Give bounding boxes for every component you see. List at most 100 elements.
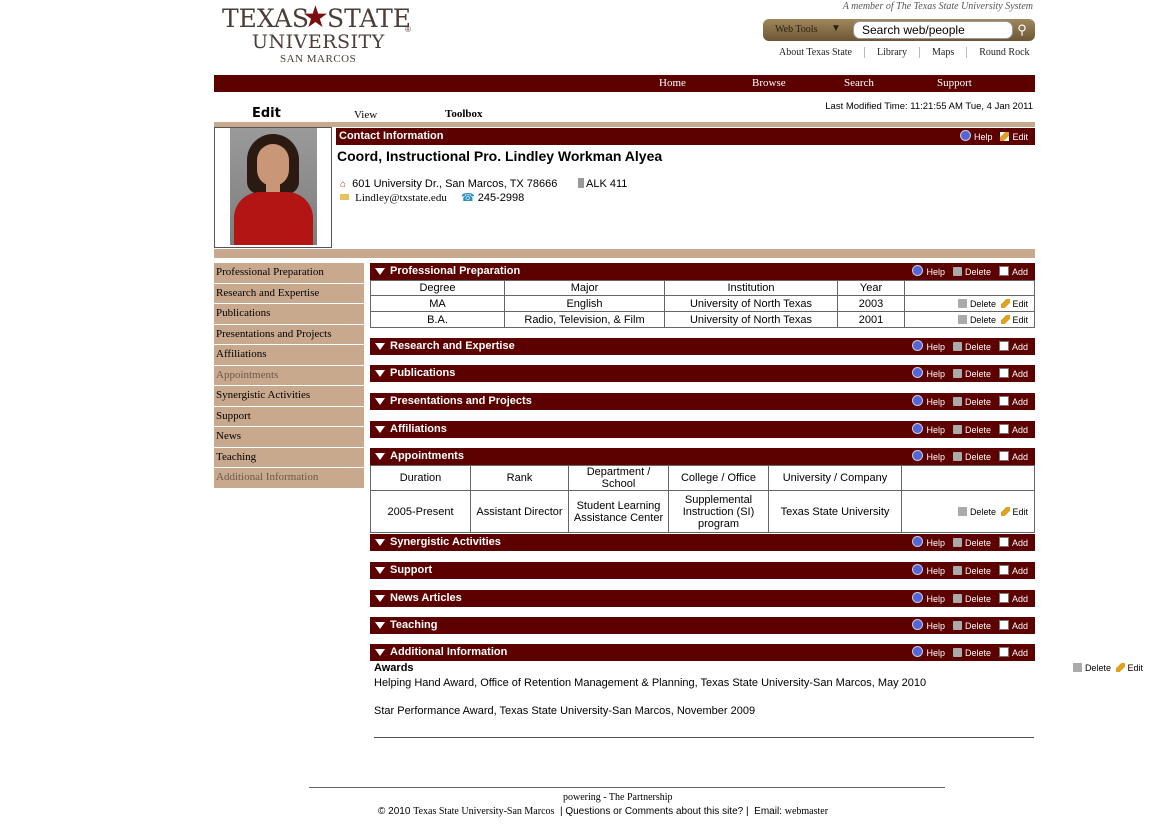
tab-view[interactable]: View [354,109,377,121]
edit-link[interactable]: Edit [1127,663,1143,673]
sidebar-item-professional-preparation[interactable]: Professional Preparation [214,263,364,284]
tab-edit[interactable]: Edit [252,106,281,121]
add-icon[interactable] [998,647,1009,657]
search-icon[interactable]: ⚲ [1013,22,1031,38]
delete-link[interactable]: Delete [970,299,996,309]
help-link[interactable]: Help [926,538,945,548]
help-icon[interactable] [959,130,971,141]
trash-icon[interactable] [958,506,968,516]
trash-icon[interactable] [1073,663,1083,672]
help-icon[interactable] [912,367,924,378]
collapse-icon[interactable] [375,453,385,460]
help-link[interactable]: Help [926,425,945,435]
add-icon[interactable] [998,341,1009,351]
delete-link[interactable]: Delete [970,315,996,325]
trash-icon[interactable] [952,538,962,547]
delete-link[interactable]: Delete [965,621,991,631]
help-icon[interactable] [912,395,924,406]
trash-icon[interactable] [958,298,968,308]
collapse-icon[interactable] [375,343,385,350]
trash-icon[interactable] [958,314,968,324]
add-link[interactable]: Add [1012,566,1028,576]
collapse-icon[interactable] [375,370,385,377]
add-icon[interactable] [998,565,1009,575]
add-icon[interactable] [998,620,1009,630]
delete-link[interactable]: Delete [965,566,991,576]
delete-link[interactable]: Delete [965,267,991,277]
delete-link[interactable]: Delete [965,648,991,658]
delete-link[interactable]: Delete [1085,663,1111,673]
add-icon[interactable] [998,396,1009,406]
add-icon[interactable] [998,424,1009,434]
collapse-icon[interactable] [375,268,385,275]
delete-link[interactable]: Delete [965,397,991,407]
nav-support[interactable]: Support [937,77,972,89]
link-library[interactable]: Library [864,47,919,58]
sidebar-item-affiliations[interactable]: Affiliations [214,345,364,366]
add-link[interactable]: Add [1012,648,1028,658]
trash-icon[interactable] [952,594,962,603]
add-link[interactable]: Add [1012,594,1028,604]
add-link[interactable]: Add [1012,621,1028,631]
trash-icon[interactable] [952,397,962,406]
trash-icon[interactable] [952,566,962,575]
sidebar-item-additional[interactable]: Additional Information [214,468,364,489]
help-icon[interactable] [912,265,924,276]
edit-icon[interactable] [1000,314,1010,324]
add-icon[interactable] [998,537,1009,547]
edit-icon[interactable] [1000,132,1010,141]
edit-link[interactable]: Edit [1012,299,1028,309]
edit-link[interactable]: Edit [1012,507,1028,517]
help-icon[interactable] [912,592,924,603]
help-link[interactable]: Help [926,566,945,576]
nav-browse[interactable]: Browse [752,77,786,89]
help-icon[interactable] [912,423,924,434]
collapse-icon[interactable] [375,649,385,656]
help-link[interactable]: Help [926,648,945,658]
university-logo[interactable]: TEXAS ★ STATE ® UNIVERSITY SAN MARCOS [222,1,422,66]
edit-link[interactable]: Edit [1012,315,1028,325]
add-link[interactable]: Add [1012,342,1028,352]
tab-toolbox[interactable]: Toolbox [445,108,483,120]
trash-icon[interactable] [952,267,962,276]
delete-link[interactable]: Delete [965,369,991,379]
sidebar-item-publications[interactable]: Publications [214,304,364,325]
sidebar-item-teaching[interactable]: Teaching [214,447,364,468]
help-icon[interactable] [912,450,924,461]
edit-icon[interactable] [1115,663,1125,672]
sidebar-item-appointments[interactable]: Appointments [214,365,364,386]
help-link[interactable]: Help [926,369,945,379]
help-icon[interactable] [912,340,924,351]
collapse-icon[interactable] [375,595,385,602]
collapse-icon[interactable] [375,539,385,546]
delete-link[interactable]: Delete [965,594,991,604]
help-icon[interactable] [912,564,924,575]
help-icon[interactable] [912,646,924,657]
help-link[interactable]: Help [926,621,945,631]
link-round-rock[interactable]: Round Rock [966,47,1030,58]
edit-link[interactable]: Edit [1012,132,1028,142]
edit-icon[interactable] [1000,298,1010,308]
help-link[interactable]: Help [926,342,945,352]
help-link[interactable]: Help [926,397,945,407]
sidebar-item-support[interactable]: Support [214,406,364,427]
add-icon[interactable] [998,266,1009,276]
add-link[interactable]: Add [1012,425,1028,435]
help-link[interactable]: Help [926,594,945,604]
add-icon[interactable] [998,451,1009,461]
add-link[interactable]: Add [1012,369,1028,379]
edit-icon[interactable] [1000,506,1010,516]
help-icon[interactable] [912,619,924,630]
delete-link[interactable]: Delete [965,452,991,462]
footer-university-link[interactable]: Texas State University-San Marcos [413,806,554,817]
trash-icon[interactable] [952,342,962,351]
search-input[interactable] [853,21,1013,39]
nav-search[interactable]: Search [844,77,874,89]
help-link[interactable]: Help [926,452,945,462]
link-maps[interactable]: Maps [919,47,966,58]
sidebar-item-research[interactable]: Research and Expertise [214,283,364,304]
add-link[interactable]: Add [1012,397,1028,407]
add-link[interactable]: Add [1012,452,1028,462]
trash-icon[interactable] [952,648,962,657]
webmaster-link[interactable]: webmaster [785,806,828,817]
